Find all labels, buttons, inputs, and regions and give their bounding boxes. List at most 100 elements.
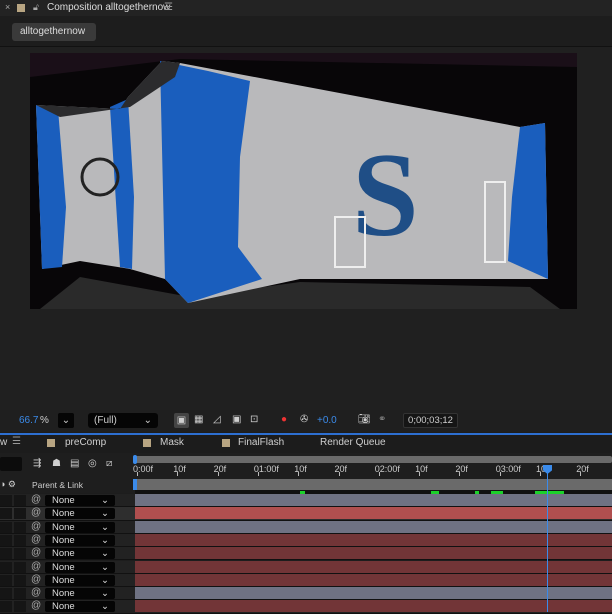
zoom-dropdown[interactable]: ⌄ [58,413,74,428]
current-time-field[interactable]: 0;00;03;12 [403,413,458,428]
navigator-start-handle[interactable] [133,455,137,464]
pick-whip-icon[interactable]: @ [31,494,41,505]
color-channels-icon[interactable]: ● [281,414,287,425]
show-snapshot-icon[interactable]: ⚭ [378,414,386,425]
layer-duration-bar[interactable] [135,547,612,560]
ruler-tick [580,472,582,476]
parent-value: None [52,521,75,533]
layer-switch[interactable] [0,534,12,546]
layer-switch[interactable] [14,601,26,613]
exposure-value[interactable]: +0.0 [317,415,337,426]
parent-dropdown[interactable]: None ⌄ [45,521,115,533]
layer-duration-bar[interactable] [135,600,612,613]
parent-dropdown[interactable]: None ⌄ [45,588,115,600]
layer-switch[interactable] [0,574,12,586]
pick-whip-icon[interactable]: @ [31,507,41,518]
region-of-interest-icon[interactable]: ▣ [232,414,241,425]
layer-switch[interactable] [0,548,12,560]
layer-duration-bar[interactable] [135,507,612,520]
layer-row[interactable]: @ None ⌄ [0,507,612,521]
ruler-label: 0:00f [133,464,154,474]
graph-editor-icon[interactable]: ⧄ [106,458,112,469]
layer-switch[interactable] [0,495,12,506]
layer-switch[interactable] [14,521,26,533]
pick-whip-icon[interactable]: @ [31,521,41,532]
pick-whip-icon[interactable]: @ [31,600,41,611]
layer-row[interactable]: @ None ⌄ [0,560,612,574]
tab-mask[interactable]: Mask [160,437,184,448]
guides-options-icon[interactable]: ⊡ [250,414,258,425]
shy-layers-icon[interactable]: ☗ [52,458,61,469]
parent-value: None [52,588,75,600]
layer-switch[interactable] [14,574,26,586]
layer-row[interactable]: @ None ⌄ [0,547,612,561]
time-navigator[interactable] [135,456,612,463]
layer-switch[interactable] [0,561,12,573]
parent-dropdown[interactable]: None ⌄ [45,561,115,573]
layer-duration-bar[interactable] [135,533,612,546]
tab-render-queue[interactable]: Render Queue [320,437,386,448]
layer-switch[interactable] [0,508,12,520]
pick-whip-icon[interactable]: @ [31,547,41,558]
parent-dropdown[interactable]: None ⌄ [45,548,115,560]
resolution-dropdown[interactable]: (Full) ⌄ [88,413,158,428]
layer-row[interactable]: @ None ⌄ [0,573,612,588]
snapshot-camera-icon[interactable]: 📷︎ [358,414,371,425]
playhead-line[interactable] [547,470,548,612]
lock-icon[interactable]: 🔓︎ [33,2,39,13]
parent-dropdown[interactable]: None ⌄ [45,574,115,586]
close-tab-button[interactable]: × [5,2,10,12]
search-layers-input[interactable] [0,457,22,471]
work-area-bar[interactable] [135,479,612,490]
solo-icon[interactable]: ◑ ⚙ [0,479,16,490]
comp-breadcrumb-tab[interactable]: alltogethernow [12,23,96,41]
parent-dropdown[interactable]: None ⌄ [45,495,115,506]
frame-blending-icon[interactable]: ▤ [70,458,79,469]
work-area-start-handle[interactable] [133,479,137,490]
layer-switch[interactable] [14,495,26,506]
fast-previews-icon[interactable]: ▣ [174,413,189,428]
layer-duration-bar[interactable] [135,494,612,506]
layer-duration-bar[interactable] [135,587,612,600]
layer-switch[interactable] [14,548,26,560]
layer-row[interactable]: @ None ⌄ [0,494,612,508]
truncated-tab[interactable]: w [0,437,7,448]
pick-whip-icon[interactable]: @ [31,587,41,598]
parent-dropdown[interactable]: None ⌄ [45,601,115,613]
layer-switch[interactable] [0,588,12,600]
layer-switch[interactable] [14,588,26,600]
parent-dropdown[interactable]: None ⌄ [45,508,115,520]
parent-value: None [52,561,75,573]
panel-menu-icon[interactable]: ☰ [12,436,21,447]
layer-switch[interactable] [14,534,26,546]
reset-exposure-icon[interactable]: ✇ [300,414,308,425]
transparency-grid-icon[interactable]: ▦ [194,414,203,425]
mask-visibility-icon[interactable]: ◿ [213,414,221,425]
ruler-tick [459,472,461,476]
pick-whip-icon[interactable]: @ [31,574,41,585]
layer-duration-bar[interactable] [135,560,612,573]
tab-finalflash[interactable]: FinalFlash [238,437,284,448]
zoom-value[interactable]: 66.7 [19,415,38,426]
parent-value: None [52,508,75,520]
layer-switch[interactable] [0,601,12,613]
layer-row[interactable]: @ None ⌄ [0,520,612,534]
motion-blur-icon[interactable]: ◎ [88,458,97,469]
layer-switch[interactable] [0,521,12,533]
layer-switch[interactable] [14,561,26,573]
timeline-panel-tabs: w ☰ preComp Mask FinalFlash Render Queue [0,433,612,453]
composition-flowchart-icon[interactable]: ⇶ [33,458,41,469]
layer-switch[interactable] [14,508,26,520]
ruler-tick [338,472,340,476]
tab-precomp[interactable]: preComp [65,437,106,448]
composition-viewer[interactable]: S [0,46,612,410]
ruler-label: 10f [294,464,307,474]
layer-row[interactable]: @ None ⌄ [0,533,612,548]
layer-row[interactable]: @ None ⌄ [0,587,612,601]
pick-whip-icon[interactable]: @ [31,534,41,545]
layer-duration-bar[interactable] [135,573,612,586]
pick-whip-icon[interactable]: @ [31,561,41,572]
panel-menu-icon[interactable]: ☰ [164,2,173,13]
parent-dropdown[interactable]: None ⌄ [45,534,115,546]
layer-duration-bar[interactable] [135,520,612,533]
